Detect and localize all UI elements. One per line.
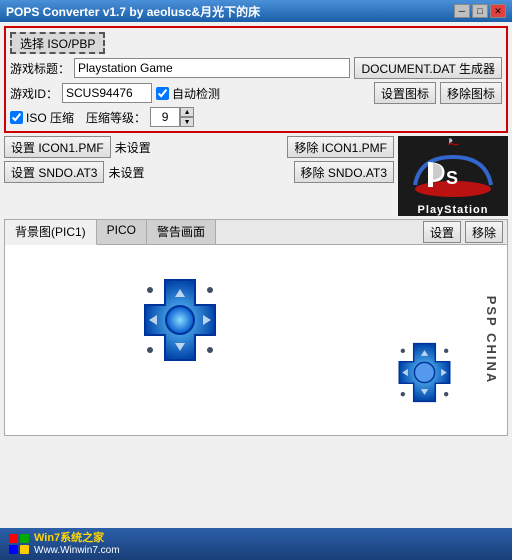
row-snd: 设置 SNDO.AT3 未设置 移除 SNDO.AT3 [4, 161, 394, 183]
spinbox-down-button[interactable]: ▼ [180, 117, 194, 127]
dpad-large-icon [135, 275, 225, 365]
tabs-section: 背景图(PIC1) PICO 警告画面 设置 移除 [4, 219, 508, 436]
psp-china-watermark: PSP CHINA [484, 296, 499, 385]
snd-status: 未设置 [108, 164, 144, 181]
row-game-id: 游戏ID： 自动检测 设置图标 移除图标 [10, 82, 502, 104]
close-button[interactable]: ✕ [490, 4, 506, 18]
iso-compress-checkbox[interactable] [10, 111, 23, 124]
win7-flag-icon [8, 533, 30, 555]
row-icon1: 设置 ICON1.PMF 未设置 移除 ICON1.PMF [4, 136, 394, 158]
auto-detect-checkbox[interactable] [156, 87, 169, 100]
win7-taskbar: Win7系统之家 Www.Winwin7.com [0, 528, 512, 560]
tab-content: PSP CHINA [5, 245, 507, 435]
remove-snd-button[interactable]: 移除 SNDO.AT3 [294, 161, 394, 183]
remove-icon-button[interactable]: 移除图标 [440, 82, 502, 104]
compress-level-input[interactable] [150, 107, 180, 127]
set-icon-button[interactable]: 设置图标 [374, 82, 436, 104]
row-select-iso: 选择 ISO/PBP [10, 32, 502, 54]
compress-level-spinbox: ▲ ▼ [150, 107, 194, 127]
title-bar-buttons: ─ □ ✕ [454, 4, 506, 18]
win7-line2: Www.Winwin7.com [34, 545, 120, 556]
iso-compress-group[interactable]: ISO 压缩 [10, 109, 74, 126]
win7-text-group: Win7系统之家 Www.Winwin7.com [34, 532, 120, 555]
select-iso-button[interactable]: 选择 ISO/PBP [10, 32, 105, 54]
set-button[interactable]: 设置 [423, 221, 461, 243]
set-icon1-button[interactable]: 设置 ICON1.PMF [4, 136, 111, 158]
compress-level-label: 压缩等级： [86, 109, 146, 126]
ps-logo-graphic: S [408, 147, 498, 202]
tab-pic1[interactable]: 背景图(PIC1) [5, 220, 97, 245]
tab-warning[interactable]: 警告画面 [147, 220, 216, 244]
game-id-label: 游戏ID： [10, 85, 58, 102]
set-snd-button[interactable]: 设置 SNDO.AT3 [4, 161, 104, 183]
title-bar: POPS Converter v1.7 by aeolusc&月光下的床 ─ □… [0, 0, 512, 22]
dpad-small-icon [392, 340, 457, 405]
game-title-input[interactable] [74, 58, 350, 78]
ps-logo-text: PlayStation [418, 204, 489, 216]
win7-logo: Win7系统之家 Www.Winwin7.com [8, 532, 120, 555]
middle-section: 设置 ICON1.PMF 未设置 移除 ICON1.PMF 设置 SNDO.AT… [4, 136, 508, 216]
remove-button[interactable]: 移除 [465, 221, 503, 243]
window-body: 选择 ISO/PBP 游戏标题： DOCUMENT.DAT 生成器 游戏ID： … [0, 22, 512, 528]
svg-text:S: S [446, 168, 458, 188]
game-id-input[interactable] [62, 83, 152, 103]
title-bar-text: POPS Converter v1.7 by aeolusc&月光下的床 [6, 3, 260, 20]
row-game-title: 游戏标题： DOCUMENT.DAT 生成器 [10, 57, 502, 79]
icon-buttons: 设置 ICON1.PMF 未设置 移除 ICON1.PMF 设置 SNDO.AT… [4, 136, 394, 216]
maximize-button[interactable]: □ [472, 4, 488, 18]
spinbox-up-button[interactable]: ▲ [180, 107, 194, 117]
icon1-status: 未设置 [115, 139, 151, 156]
auto-detect-label: 自动检测 [172, 85, 220, 102]
remove-icon1-button[interactable]: 移除 ICON1.PMF [287, 136, 394, 158]
tab-pico[interactable]: PICO [97, 220, 147, 244]
auto-detect-group[interactable]: 自动检测 [156, 85, 220, 102]
ps-logo-box: S PlayStation [398, 136, 508, 216]
game-title-label: 游戏标题： [10, 60, 70, 77]
minimize-button[interactable]: ─ [454, 4, 470, 18]
win7-line1: Win7系统之家 [34, 532, 120, 544]
iso-compress-label: ISO 压缩 [26, 109, 74, 126]
document-dat-button[interactable]: DOCUMENT.DAT 生成器 [354, 57, 502, 79]
tabs-header: 背景图(PIC1) PICO 警告画面 设置 移除 [5, 220, 507, 245]
